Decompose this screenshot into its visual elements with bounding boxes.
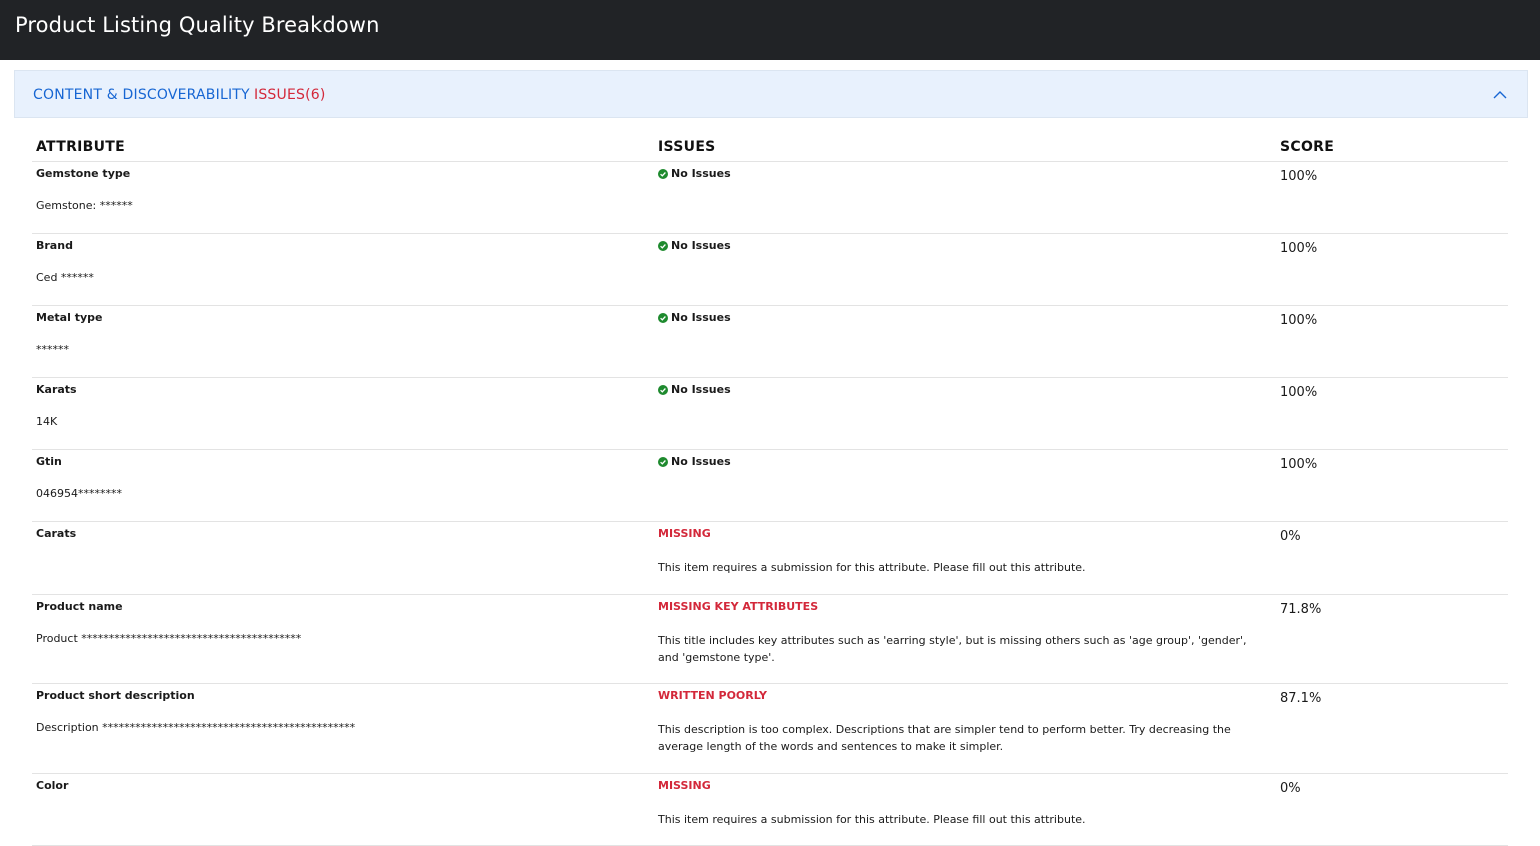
issue-status: No Issues [658, 167, 731, 180]
issue-status: No Issues [658, 455, 731, 468]
section-header-content-discoverability[interactable]: CONTENT & DISCOVERABILITY ISSUES(6) [14, 70, 1528, 118]
check-circle-icon [658, 456, 668, 467]
issue-status-label: No Issues [671, 239, 731, 252]
score-value: 100% [1280, 169, 1318, 184]
attribute-name: Product name [36, 600, 123, 613]
table-row: Metal type ****** No Issues 100% [32, 306, 1508, 378]
attribute-name: Color [36, 779, 69, 792]
table-row: Gemstone type Gemstone: ****** No Issues 10… [32, 162, 1508, 234]
table-row: Color MISSING This item requires a submiss… [32, 774, 1508, 846]
check-circle-icon [658, 384, 668, 395]
attribute-name: Karats [36, 383, 77, 396]
issue-description: This item requires a submission for this… [658, 561, 1086, 574]
attribute-value: 14K [36, 415, 58, 428]
attribute-value: Gemstone: ****** [36, 199, 133, 212]
top-bar: Product Listing Quality Breakdown [0, 0, 1540, 60]
score-value: 0% [1280, 529, 1301, 544]
issue-label: MISSING KEY ATTRIBUTES [658, 600, 819, 613]
score-value: 100% [1280, 313, 1318, 328]
issue-label: MISSING [658, 527, 711, 540]
check-circle-icon [658, 312, 668, 323]
table-header: ATTRIBUTE ISSUES SCORE [32, 135, 1508, 162]
table-row: Brand Ced ****** No Issues 100% [32, 234, 1508, 306]
issue-label: WRITTEN POORLY [658, 689, 768, 702]
issue-status-label: No Issues [671, 167, 731, 180]
score-value: 100% [1280, 385, 1318, 400]
attribute-name: Metal type [36, 311, 103, 324]
check-circle-icon [658, 240, 668, 251]
score-value: 0% [1280, 781, 1301, 796]
section-title: CONTENT & DISCOVERABILITY [33, 87, 250, 103]
table-body: Gemstone type Gemstone: ****** No Issues 10… [32, 162, 1508, 846]
score-value: 87.1% [1280, 691, 1322, 706]
score-value: 100% [1280, 457, 1318, 472]
table-row: Karats 14K No Issues 100% [32, 378, 1508, 450]
issue-status: No Issues [658, 311, 731, 324]
issue-description: This item requires a submission for this… [658, 813, 1086, 826]
score-value: 71.8% [1280, 602, 1322, 617]
issue-status: No Issues [658, 239, 731, 252]
column-header-score: SCORE [1280, 139, 1335, 155]
issue-label: MISSING [658, 779, 711, 792]
section-issues-count: ISSUES(6) [254, 87, 326, 103]
column-header-attribute: ATTRIBUTE [36, 139, 126, 155]
table-row: Gtin 046954******** No Issues 100% [32, 450, 1508, 522]
issue-description: This title includes key attributes such … [658, 634, 1247, 664]
attribute-value: ****** [36, 343, 69, 356]
attribute-name: Brand [36, 239, 73, 252]
column-header-issues: ISSUES [658, 139, 716, 155]
attribute-value: Ced ****** [36, 271, 94, 284]
issue-description: This description is too complex. Descrip… [658, 723, 1231, 753]
score-value: 100% [1280, 241, 1318, 256]
attribute-value: Description ****************************… [36, 721, 356, 734]
page-title: Product Listing Quality Breakdown [15, 13, 380, 37]
attribute-name: Product short description [36, 689, 195, 702]
issue-status-label: No Issues [671, 455, 731, 468]
table-row: Product name Product ********************… [32, 595, 1508, 684]
issue-status-label: No Issues [671, 311, 731, 324]
issue-status: No Issues [658, 383, 731, 396]
attribute-value: 046954******** [36, 487, 122, 500]
attribute-value: Product ********************************… [36, 632, 302, 645]
check-circle-icon [658, 168, 668, 179]
chevron-up-icon[interactable] [1493, 88, 1507, 102]
table-row: Product short description Description ***… [32, 684, 1508, 774]
table-row: Carats MISSING This item requires a submis… [32, 522, 1508, 595]
attribute-name: Gtin [36, 455, 62, 468]
issue-status-label: No Issues [671, 383, 731, 396]
attribute-name: Gemstone type [36, 167, 131, 180]
attribute-table: ATTRIBUTE ISSUES SCORE Gemstone type Gems… [32, 135, 1508, 846]
attribute-name: Carats [36, 527, 77, 540]
